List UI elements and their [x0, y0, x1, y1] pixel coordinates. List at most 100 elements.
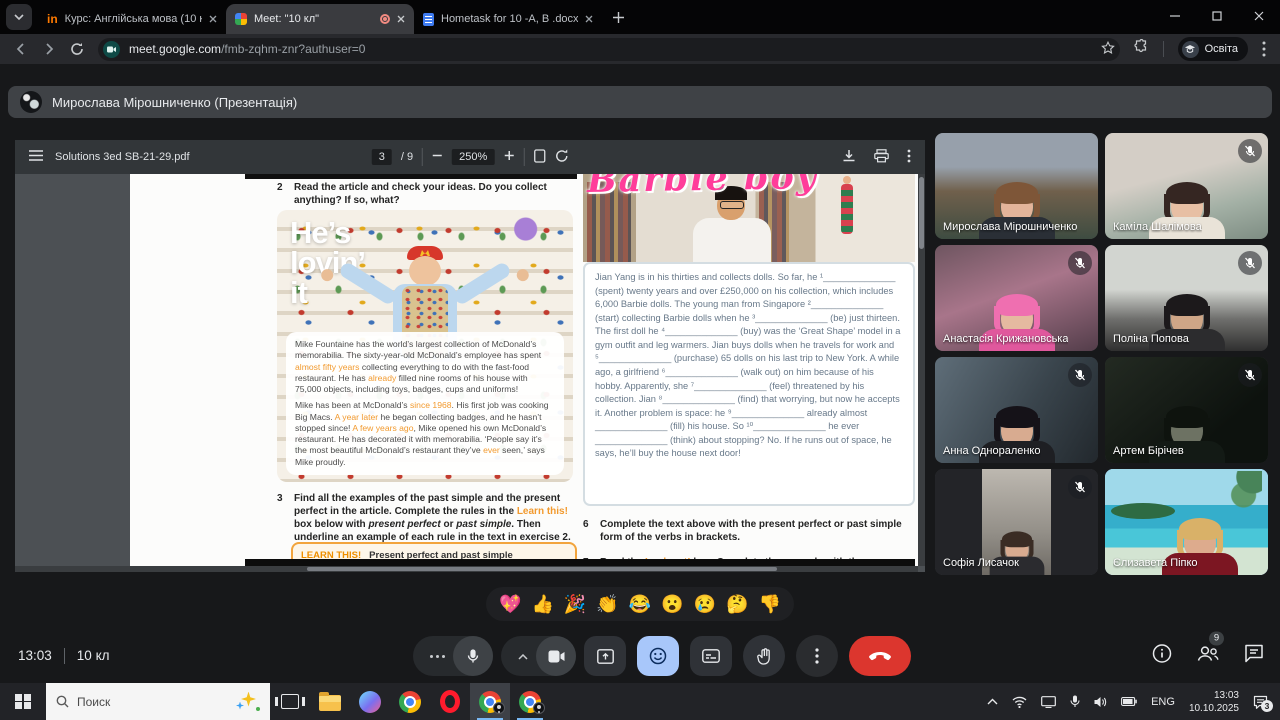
reaction-heart[interactable]: 💖	[499, 595, 521, 613]
participant-tile[interactable]: Софія Лисачок	[935, 469, 1098, 575]
search-highlights-icon[interactable]	[234, 690, 260, 714]
extensions-icon[interactable]	[1134, 39, 1149, 59]
mic-muted-icon	[1238, 363, 1262, 387]
pdf-menu-icon[interactable]	[29, 150, 43, 164]
participant-name: Анастасія Крижановська	[943, 333, 1068, 345]
opera-icon	[440, 690, 460, 713]
profile-chip[interactable]: Освіта	[1178, 37, 1248, 61]
recording-indicator-icon	[380, 14, 390, 24]
chrome-window-2-button[interactable]	[510, 683, 550, 720]
participant-tile[interactable]: Поліна Попова	[1105, 245, 1268, 351]
end-call-button[interactable]	[849, 636, 911, 676]
mic-options-icon[interactable]	[430, 655, 445, 658]
reaction-clap[interactable]: 👏	[596, 595, 618, 613]
meet-camera-icon[interactable]	[103, 41, 120, 58]
camera-options-icon[interactable]	[518, 647, 528, 665]
reaction-laugh[interactable]: 😂	[629, 595, 651, 613]
tab-course[interactable]: in Курс: Англійська мова (10 кла	[38, 4, 226, 34]
back-button[interactable]	[14, 42, 28, 56]
reload-button[interactable]	[70, 42, 84, 56]
task-view-button[interactable]	[270, 683, 310, 720]
reaction-thumbs-down[interactable]: 👎	[759, 595, 781, 613]
bookmark-star-icon[interactable]	[1101, 41, 1115, 58]
raise-hand-button[interactable]	[743, 635, 785, 677]
language-indicator[interactable]: ENG	[1151, 696, 1175, 708]
copilot-button[interactable]	[350, 683, 390, 720]
taskbar-clock[interactable]: 13:03 10.10.2025	[1189, 689, 1239, 715]
display-cast-icon[interactable]	[1041, 696, 1056, 708]
collector-figure	[691, 190, 781, 262]
taskbar-search[interactable]: Поиск	[46, 683, 270, 720]
participant-tile[interactable]: Артем Бірічев	[1105, 357, 1268, 463]
reaction-thumbs-up[interactable]: 👍	[531, 595, 553, 613]
participants-count-badge: 9	[1209, 631, 1224, 645]
hidden-icons-chevron[interactable]	[987, 698, 998, 705]
mic-button[interactable]	[453, 636, 493, 676]
download-icon[interactable]	[842, 149, 856, 166]
notification-center-button[interactable]: 3	[1253, 695, 1268, 709]
reaction-party[interactable]: 🎉	[564, 595, 586, 613]
pdf-page-total: / 9	[401, 151, 413, 163]
volume-icon[interactable]	[1094, 696, 1107, 708]
presentation-banner-label: Мирослава Мірошниченко (Презентація)	[52, 95, 297, 110]
tab-title: Hometask for 10 -А, В .docx - G	[441, 13, 578, 25]
address-bar[interactable]: meet.google.com/fmb-zqhm-znr?authuser=0	[98, 38, 1120, 61]
participant-tile[interactable]: Мирослава Мірошниченко	[935, 133, 1098, 239]
reaction-surprised[interactable]: 😮	[661, 595, 683, 613]
battery-icon[interactable]	[1121, 697, 1137, 706]
reaction-thinking[interactable]: 🤔	[726, 595, 748, 613]
exercise-3-text: Find all the examples of the past simple…	[294, 492, 579, 544]
rotate-button[interactable]	[554, 149, 568, 166]
forward-button[interactable]	[42, 42, 56, 56]
wifi-icon[interactable]	[1012, 696, 1027, 708]
pdf-document-area[interactable]: 2 Read the article and check your ideas.…	[15, 174, 918, 566]
new-tab-button[interactable]	[606, 5, 630, 29]
presentation-banner: Мирослава Мірошниченко (Презентація)	[8, 86, 1272, 118]
scrollbar-thumb[interactable]	[307, 567, 777, 571]
chrome-button[interactable]	[390, 683, 430, 720]
pdf-vertical-scrollbar[interactable]	[918, 174, 925, 566]
captions-button[interactable]	[690, 636, 732, 676]
tab-close-icon[interactable]	[397, 15, 405, 23]
participants-panel-button[interactable]: 9	[1196, 644, 1220, 667]
tab-close-icon[interactable]	[209, 15, 217, 23]
pdf-horizontal-scrollbar[interactable]	[15, 566, 918, 572]
opera-button[interactable]	[430, 683, 470, 720]
tab-close-icon[interactable]	[585, 15, 593, 23]
participant-tile-active-speaker[interactable]: Єлизавета Піпко	[1105, 469, 1268, 575]
minimize-button[interactable]	[1154, 0, 1196, 32]
participant-tile[interactable]: Каміла Шалімова	[1105, 133, 1268, 239]
present-screen-button[interactable]	[584, 636, 626, 676]
meeting-control-bar: 13:03 10 кл 9	[0, 628, 1280, 683]
microphone-tray-icon[interactable]	[1070, 695, 1080, 708]
zoom-in-button[interactable]	[503, 150, 514, 164]
participant-tile[interactable]: Анастасія Крижановська	[935, 245, 1098, 351]
participant-tile[interactable]: Анна Однораленко	[935, 357, 1098, 463]
chat-panel-button[interactable]	[1244, 643, 1264, 668]
zoom-out-button[interactable]	[432, 150, 443, 164]
pdf-more-options-icon[interactable]	[907, 149, 911, 166]
pdf-page-number-input[interactable]: 3	[372, 149, 392, 165]
system-tray: ENG 13:03 10.10.2025 3	[987, 683, 1280, 720]
meeting-info-icon[interactable]	[1152, 643, 1172, 668]
chrome-window-active-button[interactable]	[470, 683, 510, 720]
camera-button[interactable]	[536, 636, 576, 676]
fit-page-button[interactable]	[533, 149, 545, 166]
more-options-button[interactable]	[796, 635, 838, 677]
tab-hometask[interactable]: Hometask for 10 -А, В .docx - G	[414, 4, 602, 34]
file-explorer-button[interactable]	[310, 683, 350, 720]
start-button[interactable]	[0, 683, 46, 720]
tab-meet[interactable]: Meet: "10 кл"	[226, 4, 414, 34]
pdf-zoom-level[interactable]: 250%	[452, 149, 494, 165]
tab-search-button[interactable]	[6, 4, 32, 30]
maximize-button[interactable]	[1196, 0, 1238, 32]
close-button[interactable]	[1238, 0, 1280, 32]
browser-menu-icon[interactable]	[1262, 41, 1266, 57]
reactions-button-active[interactable]	[637, 636, 679, 676]
mcdonalds-collector-photo: He’s lovin’ it M	[277, 210, 573, 482]
participant-name: Софія Лисачок	[943, 557, 1019, 569]
print-icon[interactable]	[874, 149, 889, 166]
mic-muted-icon	[1068, 251, 1092, 275]
scrollbar-thumb[interactable]	[919, 177, 924, 249]
reaction-cry[interactable]: 😢	[694, 595, 716, 613]
